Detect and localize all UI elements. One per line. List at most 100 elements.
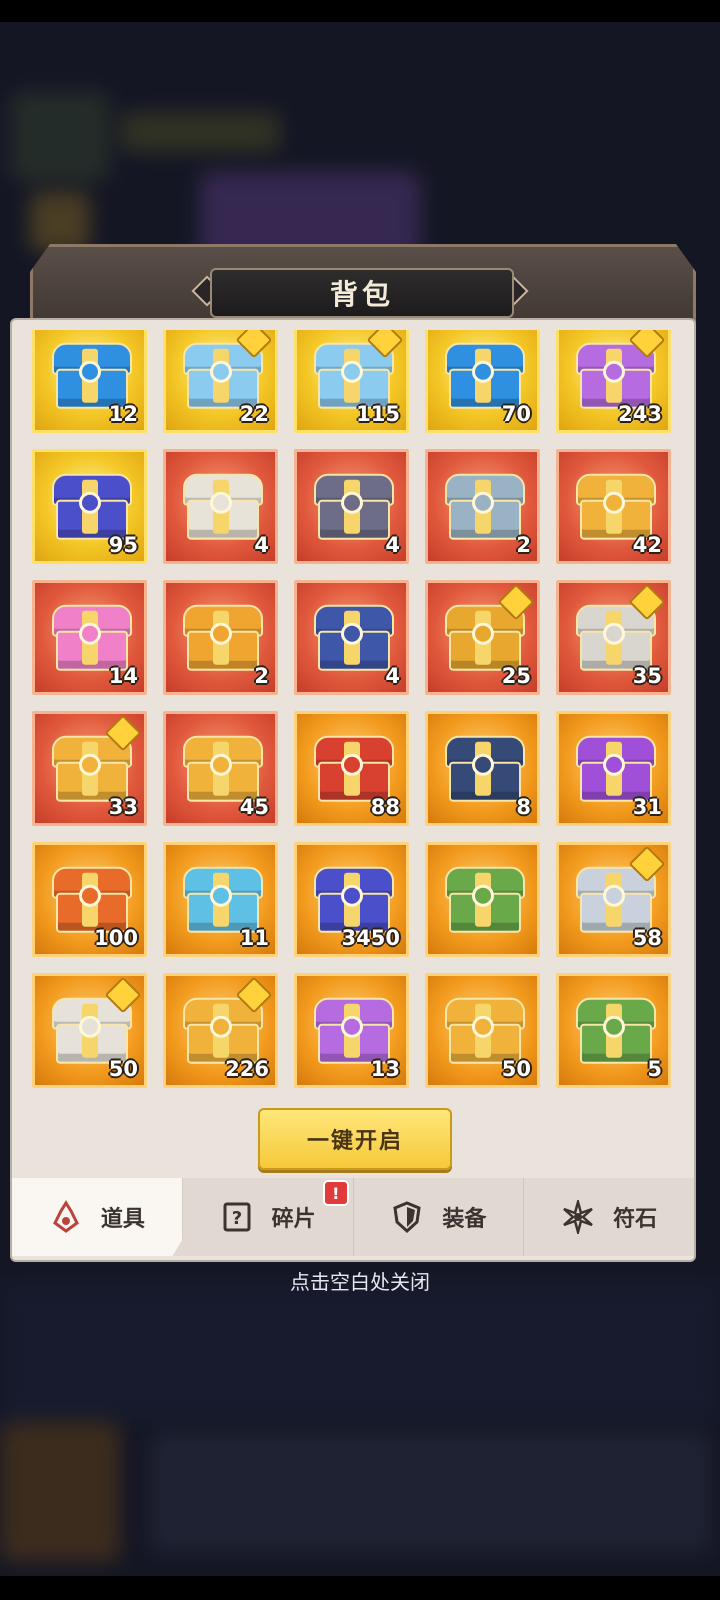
item-count: 5	[647, 1057, 662, 1081]
item-slot[interactable]: 3450	[294, 842, 409, 957]
treasure-chest-icon	[51, 866, 132, 933]
item-slot[interactable]: 2	[163, 580, 278, 695]
item-count: 8	[516, 795, 531, 819]
treasure-chest-icon	[444, 735, 525, 802]
item-grid-viewport[interactable]: 12 22 115 70 243 95 4 4 2 42 14 2 4 25 35 33 45 88 8 31 100 1…	[12, 330, 694, 1098]
treasure-chest-icon	[51, 604, 132, 671]
item-count: 4	[254, 533, 269, 557]
item-count: 243	[618, 402, 662, 426]
item-count: 2	[516, 533, 531, 557]
item-count: 58	[632, 926, 662, 950]
treasure-chest-icon	[313, 604, 394, 671]
treasure-chest-icon	[575, 735, 656, 802]
item-slot[interactable]: 4	[294, 580, 409, 695]
item-count: 88	[370, 795, 400, 819]
item-count: 31	[632, 795, 662, 819]
item-slot[interactable]: 25	[425, 580, 540, 695]
item-slot[interactable]: 35	[556, 580, 671, 695]
item-count: 226	[225, 1057, 269, 1081]
treasure-chest-icon	[182, 604, 263, 671]
close-hint[interactable]: 点击空白处关闭	[0, 1266, 720, 1295]
treasure-chest-icon	[182, 473, 263, 540]
category-tabs: 道具 ? 碎片 ! 装备 符石	[12, 1178, 694, 1256]
item-slot[interactable]: 58	[556, 842, 671, 957]
potion-icon	[49, 1200, 83, 1234]
tab-runes[interactable]: 符石	[524, 1178, 694, 1256]
tab-fragments-label: 碎片	[271, 1207, 316, 1232]
question-card-icon: ?	[220, 1200, 254, 1234]
item-slot[interactable]: 88	[294, 711, 409, 826]
item-count: 35	[632, 664, 662, 688]
item-slot[interactable]: 2	[425, 449, 540, 564]
treasure-chest-icon	[182, 735, 263, 802]
treasure-chest-icon	[313, 997, 394, 1064]
treasure-chest-icon	[313, 866, 394, 933]
item-slot[interactable]: 33	[32, 711, 147, 826]
item-count: 3450	[341, 926, 400, 950]
treasure-chest-icon	[51, 342, 132, 409]
panel-title: 背包	[210, 268, 514, 318]
item-slot[interactable]: 50	[425, 973, 540, 1088]
item-count: 70	[501, 402, 531, 426]
item-count: 22	[239, 402, 269, 426]
treasure-chest-icon	[51, 473, 132, 540]
item-count: 50	[108, 1057, 138, 1081]
navigation-bar	[0, 1576, 720, 1600]
item-count: 100	[94, 926, 138, 950]
item-count: 4	[385, 533, 400, 557]
item-slot[interactable]: 45	[163, 711, 278, 826]
item-count: 13	[370, 1057, 400, 1081]
item-slot[interactable]	[425, 842, 540, 957]
tab-items-label: 道具	[100, 1207, 145, 1232]
treasure-chest-icon	[444, 342, 525, 409]
item-slot[interactable]: 70	[425, 330, 540, 433]
item-count: 2	[254, 664, 269, 688]
item-slot[interactable]: 4	[294, 449, 409, 564]
item-slot[interactable]: 115	[294, 330, 409, 433]
item-count: 95	[108, 533, 138, 557]
treasure-chest-icon	[575, 473, 656, 540]
item-slot[interactable]: 11	[163, 842, 278, 957]
tab-equipment[interactable]: 装备	[354, 1178, 525, 1256]
item-slot[interactable]: 5	[556, 973, 671, 1088]
rune-star-icon	[561, 1200, 595, 1234]
open-all-button[interactable]: 一键开启	[258, 1108, 452, 1170]
item-grid: 12 22 115 70 243 95 4 4 2 42 14 2 4 25 35 33 45 88 8 31 100 1…	[32, 330, 671, 1088]
item-count: 42	[632, 533, 662, 557]
treasure-chest-icon	[444, 473, 525, 540]
svg-text:?: ?	[231, 1208, 241, 1229]
shield-icon	[390, 1200, 424, 1234]
alert-badge: !	[322, 1180, 349, 1206]
tab-runes-label: 符石	[613, 1207, 658, 1232]
item-count: 50	[501, 1057, 531, 1081]
item-count: 14	[108, 664, 138, 688]
item-count: 115	[356, 402, 400, 426]
item-slot[interactable]: 42	[556, 449, 671, 564]
item-slot[interactable]: 31	[556, 711, 671, 826]
item-count: 4	[385, 664, 400, 688]
treasure-chest-icon	[575, 997, 656, 1064]
item-count: 33	[108, 795, 138, 819]
treasure-chest-icon	[313, 735, 394, 802]
item-slot[interactable]: 8	[425, 711, 540, 826]
item-slot[interactable]: 22	[163, 330, 278, 433]
item-slot[interactable]: 4	[163, 449, 278, 564]
item-slot[interactable]: 243	[556, 330, 671, 433]
item-slot[interactable]: 12	[32, 330, 147, 433]
treasure-chest-icon	[444, 866, 525, 933]
item-slot[interactable]: 13	[294, 973, 409, 1088]
item-count: 45	[239, 795, 269, 819]
item-slot[interactable]: 14	[32, 580, 147, 695]
treasure-chest-icon	[444, 997, 525, 1064]
item-slot[interactable]: 95	[32, 449, 147, 564]
item-slot[interactable]: 50	[32, 973, 147, 1088]
item-count: 25	[501, 664, 531, 688]
treasure-chest-icon	[182, 866, 263, 933]
tab-equipment-label: 装备	[442, 1207, 487, 1232]
item-count: 11	[239, 926, 269, 950]
item-slot[interactable]: 100	[32, 842, 147, 957]
item-count: 12	[108, 402, 138, 426]
item-slot[interactable]: 226	[163, 973, 278, 1088]
tab-items[interactable]: 道具	[12, 1178, 183, 1256]
tab-fragments[interactable]: ? 碎片 !	[183, 1178, 354, 1256]
